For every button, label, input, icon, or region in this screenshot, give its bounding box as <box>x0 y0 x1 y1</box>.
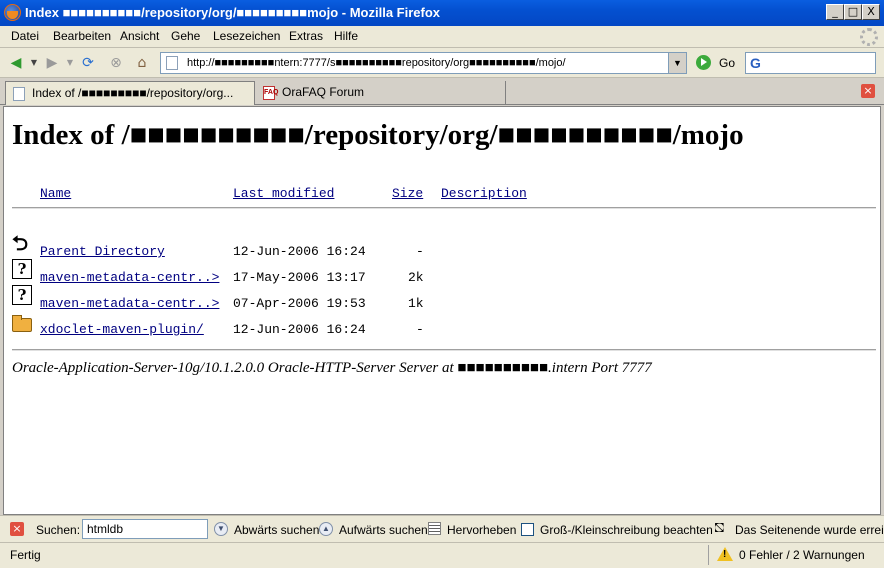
match-case-checkbox[interactable] <box>521 523 534 536</box>
tab-index-of[interactable]: Index of /■■■■■■■■■/repository/org... <box>5 81 255 105</box>
column-description-link[interactable]: Description <box>441 186 527 201</box>
window-titlebar[interactable]: Index ■■■■■■■■■■/repository/org/■■■■■■■■… <box>0 0 884 26</box>
reload-icon[interactable]: ⟳ <box>80 55 96 71</box>
go-label: Go <box>719 56 736 70</box>
back-icon: ⮌ <box>12 231 29 255</box>
navigation-toolbar: ◀ ▼ ▶ ▼ ⟳ ⊗ ⌂ http://■■■■■■■■■ntern:7777… <box>0 48 884 78</box>
find-bar: × Suchen: ▼ Abwärts suchen ▲ Aufwärts su… <box>0 515 884 542</box>
page-icon <box>166 56 178 70</box>
highlight-icon[interactable] <box>428 522 441 535</box>
warning-icon-mark: ! <box>723 549 727 560</box>
forward-dropdown-icon[interactable]: ▼ <box>62 55 78 71</box>
tab-label: OraFAQ Forum <box>282 85 365 99</box>
column-name-link[interactable]: Name <box>40 186 71 201</box>
column-modified-link[interactable]: Last modified <box>233 186 334 201</box>
file-link[interactable]: maven-metadata-centr..> <box>40 270 219 285</box>
status-text: Fertig <box>10 548 41 562</box>
minimize-button[interactable]: _ <box>826 4 844 20</box>
row-modified: 07-Apr-2006 19:53 <box>233 296 366 311</box>
page-content: Index of /■■■■■■■■■■/repository/org/■■■■… <box>3 106 881 515</box>
address-bar[interactable]: http://■■■■■■■■■ntern:7777/s■■■■■■■■■■re… <box>160 52 687 74</box>
back-dropdown-icon[interactable]: ▼ <box>26 55 42 71</box>
close-find-bar-button[interactable]: × <box>10 522 24 536</box>
match-case-label[interactable]: Groß-/Kleinschreibung beachten <box>540 523 713 537</box>
file-link[interactable]: maven-metadata-centr..> <box>40 296 219 311</box>
menu-ansicht[interactable]: Ansicht <box>120 29 159 43</box>
menu-bearbeiten[interactable]: Bearbeiten <box>53 29 111 43</box>
column-size-link[interactable]: Size <box>392 186 423 201</box>
folder-link[interactable]: xdoclet-maven-plugin/ <box>40 322 204 337</box>
wrap-message: Das Seitenende wurde erreicht <box>735 523 884 537</box>
go-icon <box>696 55 711 70</box>
close-button[interactable]: X <box>862 4 880 20</box>
status-bar: Fertig ! 0 Fehler / 2 Warnungen <box>0 542 884 568</box>
address-dropdown-button[interactable]: ▼ <box>668 53 686 73</box>
find-label: Suchen: <box>36 523 81 537</box>
page-icon <box>13 87 25 101</box>
menu-bar: Datei Bearbeiten Ansicht Gehe Lesezeiche… <box>0 26 884 48</box>
unknown-file-icon: ? <box>12 259 32 279</box>
find-input[interactable] <box>82 519 208 539</box>
throbber-icon <box>860 28 878 46</box>
find-previous-button[interactable]: Aufwärts suchen <box>339 523 428 537</box>
divider <box>12 349 876 351</box>
find-next-button[interactable]: Abwärts suchen <box>234 523 319 537</box>
menu-extras[interactable]: Extras <box>289 29 323 43</box>
menu-hilfe[interactable]: Hilfe <box>334 29 358 43</box>
highlight-button[interactable]: Hervorheben <box>447 523 516 537</box>
row-size: - <box>416 244 424 259</box>
row-modified: 17-May-2006 13:17 <box>233 270 366 285</box>
google-icon[interactable]: G <box>750 55 761 71</box>
tab-orafaq-forum[interactable]: FAQ OraFAQ Forum <box>256 81 506 105</box>
address-url: http://■■■■■■■■■ntern:7777/s■■■■■■■■■■re… <box>187 57 566 69</box>
row-size: 2k <box>408 270 424 285</box>
stop-icon[interactable]: ⊗ <box>108 55 124 71</box>
menu-lesezeichen[interactable]: Lesezeichen <box>213 29 280 43</box>
divider <box>12 207 876 209</box>
menu-gehe[interactable]: Gehe <box>171 29 200 43</box>
server-signature: Oracle-Application-Server-10g/10.1.2.0.0… <box>12 360 652 376</box>
firefox-icon <box>4 4 21 21</box>
tab-bar: Index of /■■■■■■■■■/repository/org... FA… <box>0 78 884 105</box>
home-icon[interactable]: ⌂ <box>134 55 150 71</box>
wrap-icon: ⛞ <box>714 521 725 536</box>
row-modified: 12-Jun-2006 16:24 <box>233 244 366 259</box>
page-title: Index of /■■■■■■■■■■/repository/org/■■■■… <box>12 119 744 151</box>
folder-icon <box>12 315 32 332</box>
unknown-file-icon: ? <box>12 285 32 305</box>
maximize-button[interactable]: □ <box>844 4 862 20</box>
js-console-status[interactable]: ! 0 Fehler / 2 Warnungen <box>708 545 865 565</box>
search-engine-box[interactable]: G <box>745 52 876 74</box>
forward-arrow-icon[interactable]: ▶ <box>44 55 60 71</box>
row-modified: 12-Jun-2006 16:24 <box>233 322 366 337</box>
tab-label: Index of /■■■■■■■■■/repository/org... <box>32 86 234 100</box>
orafaq-favicon-icon: FAQ <box>263 86 278 100</box>
warning-count: 0 Fehler / 2 Warnungen <box>739 548 865 562</box>
row-size: 1k <box>408 296 424 311</box>
window-title: Index ■■■■■■■■■■/repository/org/■■■■■■■■… <box>25 5 440 20</box>
menu-datei[interactable]: Datei <box>11 29 39 43</box>
row-size: - <box>416 322 424 337</box>
back-arrow-icon[interactable]: ◀ <box>8 55 24 71</box>
parent-directory-link[interactable]: Parent Directory <box>40 244 165 259</box>
close-tab-button[interactable]: × <box>861 84 875 98</box>
find-up-icon[interactable]: ▲ <box>319 522 333 536</box>
find-down-icon[interactable]: ▼ <box>214 522 228 536</box>
